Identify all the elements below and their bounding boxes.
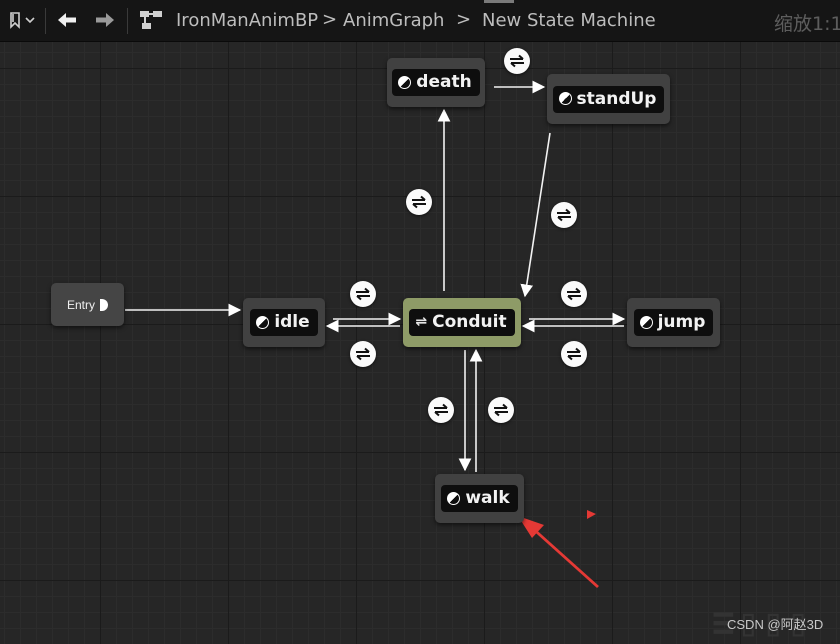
conduit-icon: ⇌ (415, 314, 428, 330)
transition-rule-icon (494, 403, 508, 417)
watermark: CSDN @阿赵3D (727, 617, 824, 632)
entry-node[interactable]: Entry (51, 283, 124, 326)
state-node-idle[interactable]: idle (243, 298, 325, 347)
state-icon (398, 75, 412, 89)
state-icon (639, 315, 653, 329)
transition-rule-conduit-to-jump[interactable] (561, 281, 587, 307)
state-label-death: death (416, 72, 472, 92)
state-label-idle: idle (274, 312, 310, 332)
transition-rule-death-to-standup[interactable] (504, 48, 530, 74)
state-icon (256, 315, 270, 329)
state-node-walk[interactable]: walk (435, 474, 524, 523)
red-marker-icon (587, 510, 596, 519)
transition-rule-icon (412, 195, 426, 209)
state-icon (558, 92, 572, 105)
transition-rule-walk-to-conduit[interactable] (488, 397, 514, 423)
state-icon (447, 491, 461, 505)
transition-rule-conduit-to-death[interactable] (406, 189, 432, 215)
transition-rule-icon (434, 403, 448, 417)
state-node-death[interactable]: death (387, 58, 485, 107)
transition-rule-icon (356, 287, 370, 301)
state-node-jump[interactable]: jump (627, 298, 720, 347)
annotation-arrow (518, 516, 599, 589)
entry-pin-icon[interactable] (100, 298, 108, 311)
state-label-standup: standUp (576, 88, 657, 109)
transition-rule-icon (557, 208, 571, 222)
transition-rule-icon (567, 287, 581, 301)
transition-rule-icon (356, 347, 370, 361)
transition-rule-idle-to-conduit[interactable] (350, 281, 376, 307)
conduit-node[interactable]: ⇌ Conduit (403, 298, 521, 347)
state-label-jump: jump (657, 312, 706, 332)
transition-rule-conduit-to-idle[interactable] (350, 341, 376, 367)
link-standup-to-conduit[interactable] (520, 132, 551, 298)
state-node-standup[interactable]: standUp (547, 74, 670, 124)
transition-rule-conduit-to-walk[interactable] (428, 397, 454, 423)
state-label-walk: walk (465, 488, 510, 508)
transition-rule-icon (567, 347, 581, 361)
transition-rule-standup-to-conduit[interactable] (551, 202, 577, 228)
entry-label: Entry (66, 297, 95, 312)
conduit-label: Conduit (432, 312, 507, 332)
transition-rule-icon (510, 54, 524, 68)
transition-rule-jump-to-conduit[interactable] (561, 341, 587, 367)
